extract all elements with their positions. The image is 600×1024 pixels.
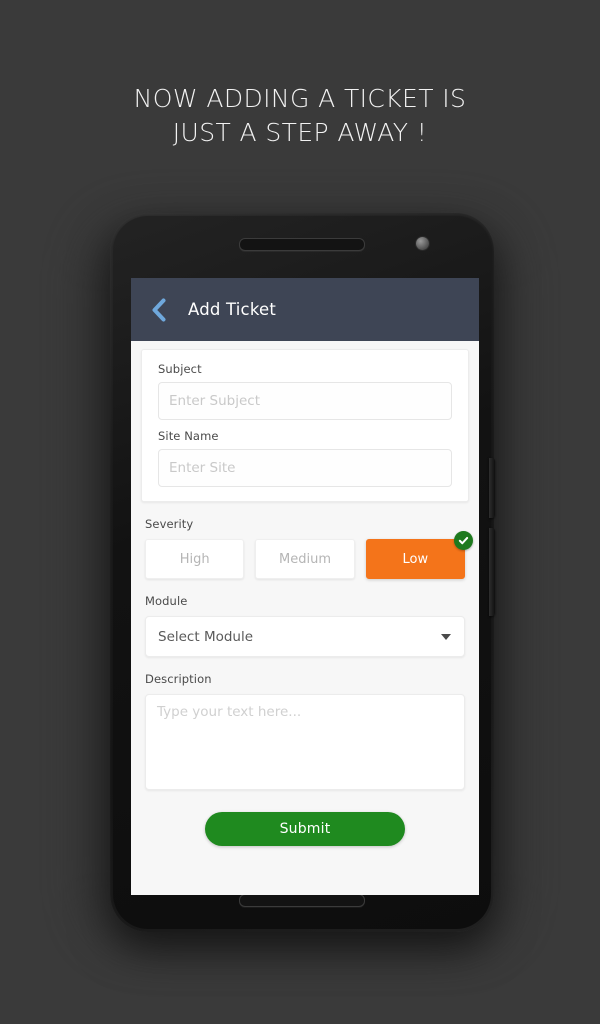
phone-device-frame: Add Ticket Subject Site Name Severity Hi… [110,213,495,932]
severity-option-label: Low [402,551,429,567]
phone-body: Add Ticket Subject Site Name Severity Hi… [113,216,495,929]
subject-input[interactable] [158,382,452,420]
severity-option-label: High [179,551,210,567]
basic-info-card: Subject Site Name [141,349,469,502]
module-select[interactable]: Select Module [145,616,465,657]
page-title: Add Ticket [188,300,277,319]
severity-label: Severity [145,517,194,531]
site-name-input[interactable] [158,449,452,487]
severity-option-medium[interactable]: Medium [255,539,355,579]
severity-option-group: High Medium Low [141,531,473,579]
promo-headline: NOW ADDING A TICKET IS JUST A STEP AWAY … [133,84,467,147]
power-button[interactable] [489,458,495,518]
chevron-left-icon[interactable] [145,297,171,323]
speaker-grille-icon-bottom [239,894,365,907]
subject-label: Subject [158,362,202,376]
submit-button[interactable]: Submit [205,812,405,846]
speaker-grille-icon-top [239,238,365,251]
check-circle-icon [453,531,473,550]
phone-screen: Add Ticket Subject Site Name Severity Hi… [131,278,479,895]
severity-option-low[interactable]: Low [365,531,473,579]
site-name-label: Site Name [158,429,219,443]
module-label: Module [145,594,188,608]
submit-row: Submit [141,812,469,846]
chevron-down-icon[interactable] [441,633,451,640]
severity-option-label: Medium [279,551,331,567]
app-bar: Add Ticket [131,278,479,341]
form-scroll-body: Subject Site Name Severity High Medium [131,341,479,895]
module-select-wrapper: Select Module [145,616,465,657]
front-camera-icon [416,237,429,250]
volume-button[interactable] [489,528,495,616]
module-select-value: Select Module [158,628,254,645]
severity-option-high[interactable]: High [145,539,245,579]
description-textarea[interactable] [145,694,465,790]
description-label: Description [145,672,212,686]
